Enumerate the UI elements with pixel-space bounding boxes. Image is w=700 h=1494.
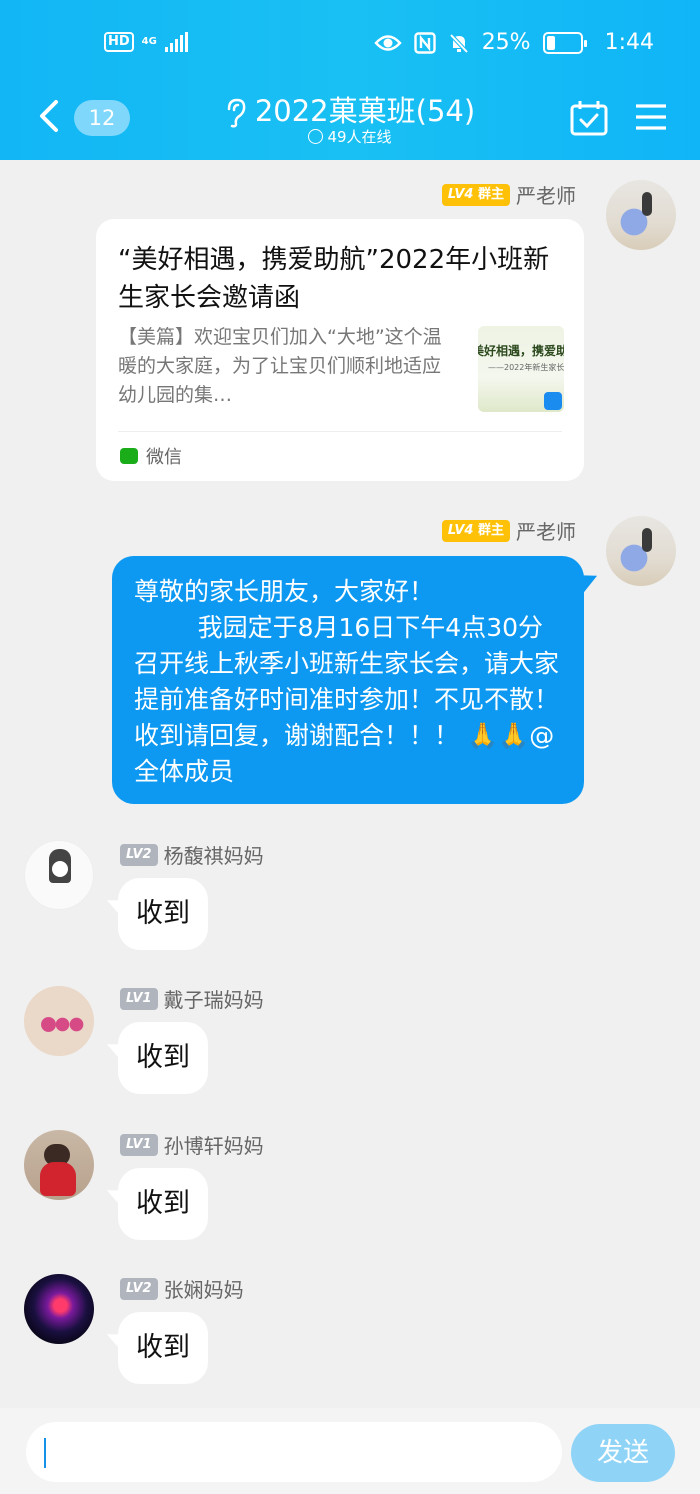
message-bubble[interactable]: 收到 [118,1312,208,1384]
message-bubble[interactable]: 收到 [118,1168,208,1240]
avatar[interactable] [606,180,676,250]
message-sender: LV2 杨馥祺妈妈 [120,840,264,869]
sender-name[interactable]: 严老师 [516,180,576,209]
top-bar: HD 4G 25% 1:44 12 2022菓菓班(54) 49人在线 [0,0,700,160]
level-badge: LV2 [120,1277,158,1300]
calendar-check-icon[interactable] [570,100,608,136]
chat-title-text: 2022菓菓班(54) [254,94,476,128]
signal-icon [164,32,188,52]
avatar[interactable] [24,986,94,1056]
text-caret [44,1438,46,1468]
avatar[interactable] [606,516,676,586]
network-type: 4G [141,36,157,47]
message-sender: LV2 张娴妈妈 [120,1274,244,1303]
menu-icon[interactable] [634,102,668,132]
article-title: “美好相遇，携爱助航”2022年小班新生家长会邀请函 [118,245,550,313]
message-sender: LV4 群主 严老师 [441,516,576,545]
level-badge: LV1 [120,1133,158,1156]
level-badge: LV1 [120,987,158,1010]
article-thumbnail: 美好相遇，携爱助航 ——2022年新生家长会 [478,326,564,412]
divider [118,431,562,432]
sender-name[interactable]: 严老师 [516,516,576,545]
hd-badge: HD [104,32,134,52]
message-input[interactable] [26,1422,562,1482]
message-sender: LV1 戴子瑞妈妈 [120,984,264,1013]
sender-name[interactable]: 张娴妈妈 [164,1274,244,1303]
avatar[interactable] [24,840,94,910]
meipian-logo-icon [544,392,562,410]
clock: 1:44 [604,30,654,55]
article-source: 微信 [120,443,182,469]
send-button[interactable]: 发送 [571,1424,675,1482]
message-bubble[interactable]: 尊敬的家长朋友，大家好！ 我园定于8月16日下午4点30分召开线上秋季小班新生家… [112,556,584,804]
message-sender: LV1 孙博轩妈妈 [120,1130,264,1159]
message-sender: LV4 群主 严老师 [441,180,576,209]
level-badge: LV4 群主 [441,183,510,206]
status-bar: HD 4G 25% 1:44 [0,28,700,62]
message-bubble[interactable]: 收到 [118,878,208,950]
battery-icon [542,31,587,54]
article-description: 【美篇】欢迎宝贝们加入“大地”这个温暖的大家庭，为了让宝贝们顺利地适应幼儿园的集… [118,326,442,406]
online-check-icon [308,129,324,144]
sender-name[interactable]: 孙博轩妈妈 [164,1130,264,1159]
wechat-icon [120,448,138,464]
level-badge: LV2 [120,843,158,866]
article-card[interactable]: “美好相遇，携爱助航”2022年小班新生家长会邀请函 【美篇】欢迎宝贝们加入“大… [96,219,584,481]
eye-icon [374,34,402,51]
avatar[interactable] [24,1274,94,1344]
avatar[interactable] [24,1130,94,1200]
nfc-icon [413,31,436,54]
sender-name[interactable]: 戴子瑞妈妈 [164,984,264,1013]
input-bar: 发送 [0,1408,700,1494]
message-bubble[interactable]: 收到 [118,1022,208,1094]
level-badge: LV4 群主 [441,519,510,542]
online-count-text: 49人在线 [327,128,392,146]
ear-icon [227,98,246,128]
sender-name[interactable]: 杨馥祺妈妈 [164,840,264,869]
battery-percent: 25% [481,30,531,55]
mute-bell-icon [449,33,469,53]
